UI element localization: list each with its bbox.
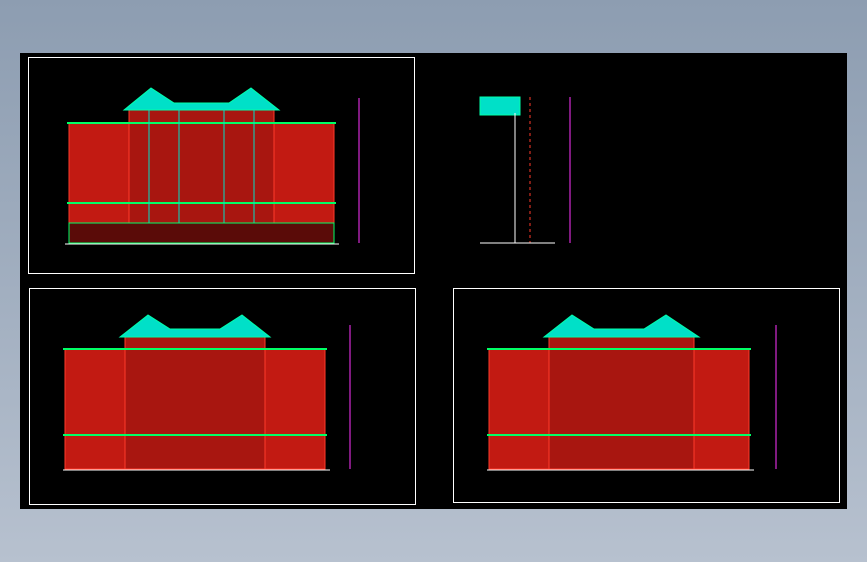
building-elevation-1 — [65, 87, 360, 245]
elevation-drawing-3 — [487, 314, 777, 471]
building-elevation-2 — [63, 314, 351, 471]
cad-model-space[interactable] — [20, 53, 847, 509]
elevation-drawing-2 — [63, 314, 351, 471]
section-drawing — [479, 96, 571, 244]
building-elevation-3 — [487, 314, 777, 471]
drawing-sheet-elevation-2[interactable] — [29, 288, 416, 505]
elevation-drawing-1 — [65, 87, 360, 245]
drawing-sheet-section[interactable] — [470, 93, 575, 275]
drawing-sheet-elevation-1[interactable] — [28, 57, 415, 274]
building-section — [479, 96, 571, 244]
drawing-sheet-elevation-3[interactable] — [453, 288, 840, 503]
